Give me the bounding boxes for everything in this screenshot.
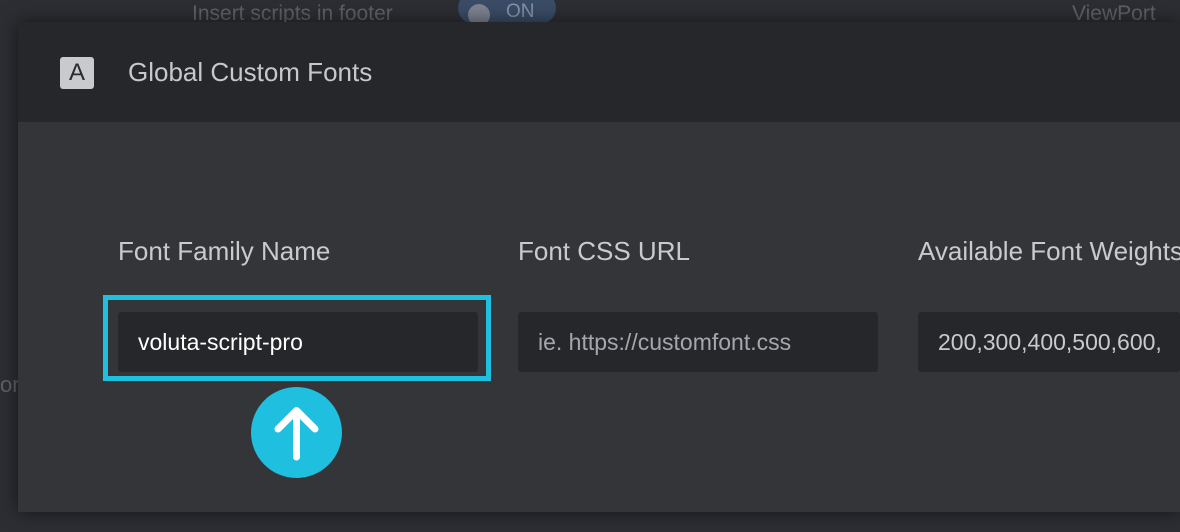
- global-custom-fonts-modal: A Global Custom Fonts Font Family Name F…: [18, 22, 1180, 512]
- available-font-weights-label: Available Font Weights: [918, 236, 1180, 266]
- background-settings-row: Insert scripts in footer ON ViewPort: [0, 0, 1180, 26]
- toggle-text: ON: [506, 1, 535, 22]
- font-css-url-input[interactable]: ie. https://customfont.css: [518, 312, 878, 372]
- background-text-fragment: or: [0, 372, 18, 397]
- modal-title: Global Custom Fonts: [128, 57, 373, 87]
- background-toggle[interactable]: ON: [458, 0, 556, 26]
- font-icon-letter: A: [68, 59, 85, 86]
- available-font-weights-input[interactable]: 200,300,400,500,600,: [918, 312, 1180, 372]
- modal-header: A Global Custom Fonts: [18, 22, 1180, 122]
- font-family-name-label: Font Family Name: [118, 236, 331, 266]
- arrow-up-icon: [251, 387, 342, 478]
- font-icon: A: [60, 57, 94, 89]
- font-css-url-label: Font CSS URL: [518, 236, 690, 266]
- annotation-highlight-box: [103, 295, 491, 381]
